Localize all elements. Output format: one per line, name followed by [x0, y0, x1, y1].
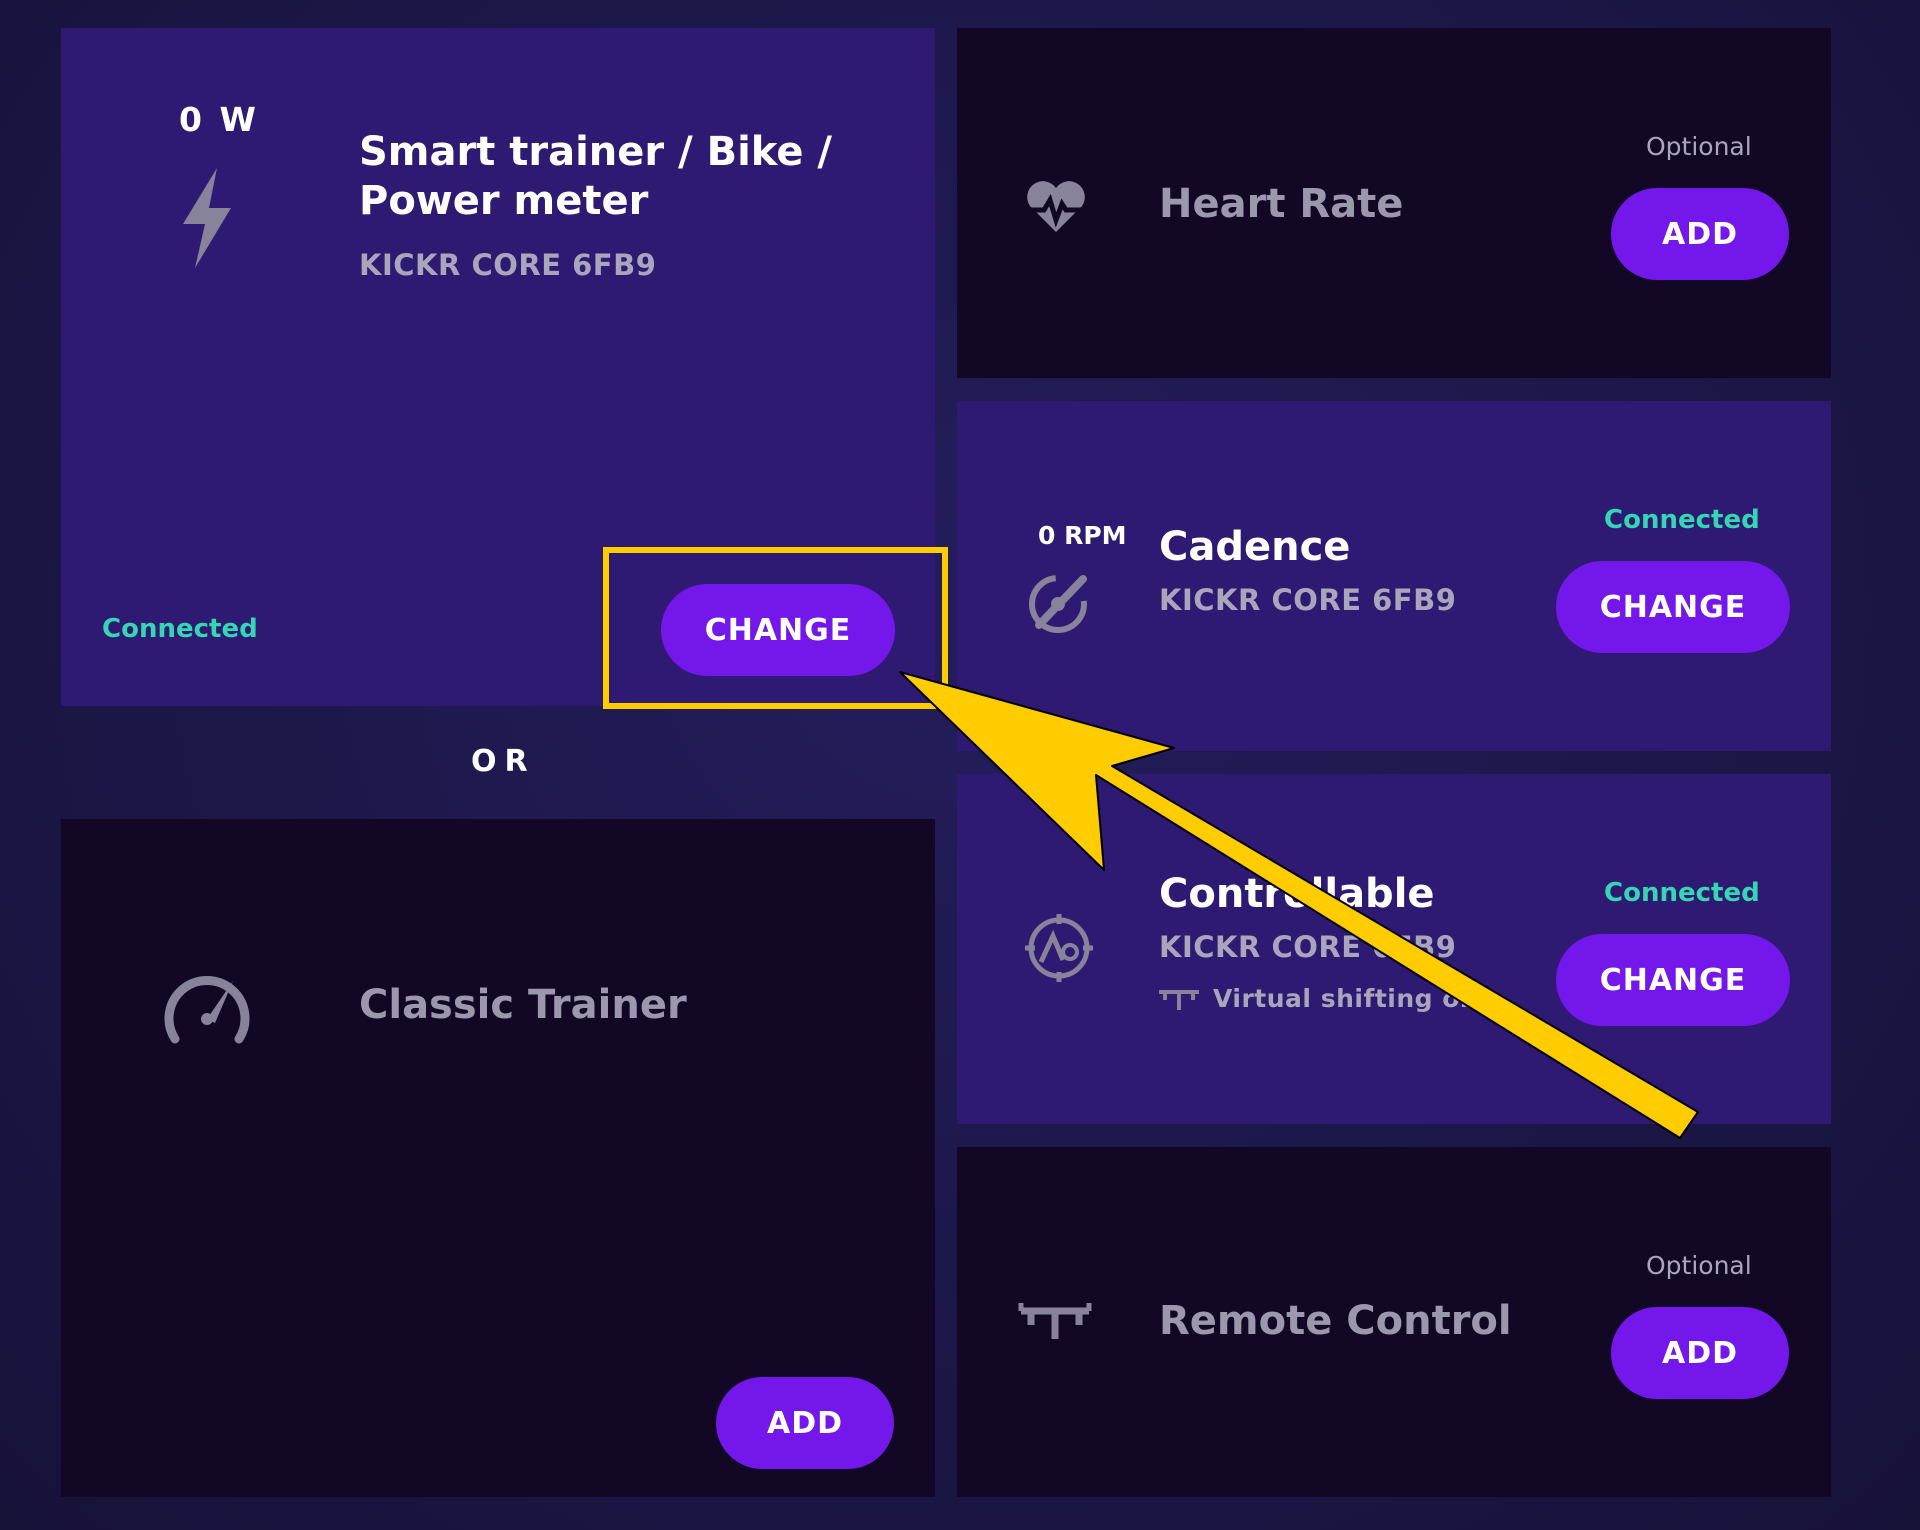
annotation-arrow	[899, 671, 1699, 1139]
